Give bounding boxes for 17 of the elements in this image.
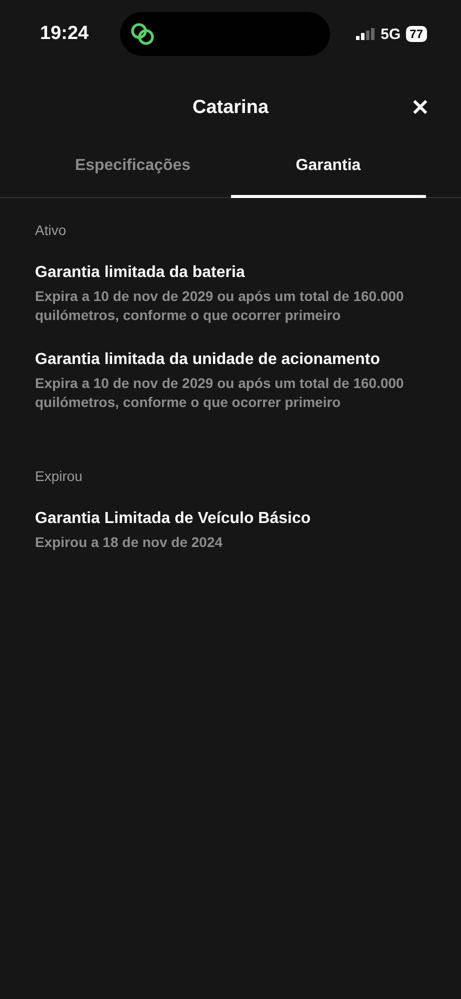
section-heading: Ativo	[35, 222, 68, 238]
warranty-title: Garantia limitada da unidade de acionamento	[35, 351, 381, 369]
section-heading: Expirou	[35, 468, 84, 484]
warranty-detail: Expirou a 18 de nov de 2024	[35, 533, 224, 552]
battery-level: 77	[406, 26, 427, 42]
status-time: 19:24	[40, 23, 90, 45]
warranty-title: Garantia Limitada de Veículo Básico	[35, 510, 312, 528]
warranty-title: Garantia limitada da bateria	[35, 264, 246, 282]
network-label: 5G	[380, 26, 401, 42]
link-icon	[130, 22, 156, 46]
warranty-detail: Expira a 10 de nov de 2029 ou após um total de 160.000 quilómetros, conforme o que ocorrer primeiro	[35, 374, 405, 412]
tab[interactable]: Garantia	[230, 157, 426, 198]
tab[interactable]: Especificações	[35, 157, 230, 198]
page-title: Catarina	[192, 97, 269, 119]
close-button[interactable]: ✕	[411, 94, 429, 122]
signal-icon	[356, 28, 376, 40]
warranty-detail: Expira a 10 de nov de 2029 ou após um total de 160.000 quilómetros, conforme o que ocorrer primeiro	[35, 287, 405, 325]
